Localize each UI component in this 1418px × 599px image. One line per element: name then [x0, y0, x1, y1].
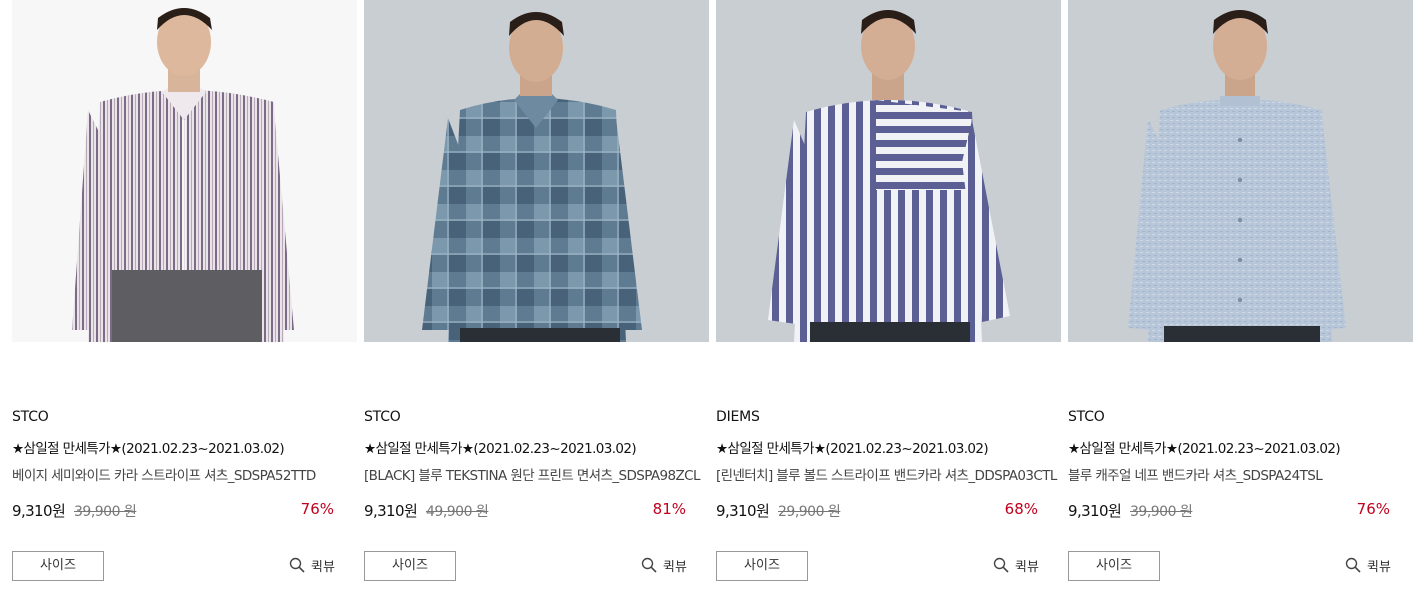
- price-row: 9,310원 39,900 원 76%: [12, 500, 334, 522]
- size-button[interactable]: 사이즈: [12, 551, 104, 581]
- product-card[interactable]: STCO ★삼일절 만세특가★(2021.02.23~2021.03.02) […: [364, 0, 709, 599]
- search-icon: [1345, 557, 1361, 573]
- quickview-label: 퀵뷰: [311, 559, 335, 575]
- quickview-button[interactable]: 퀵뷰: [1345, 555, 1391, 575]
- quickview-button[interactable]: 퀵뷰: [993, 555, 1039, 575]
- brand-name[interactable]: STCO: [364, 409, 401, 425]
- promo-text[interactable]: ★삼일절 만세특가★(2021.02.23~2021.03.02): [716, 437, 989, 457]
- product-card[interactable]: STCO ★삼일절 만세특가★(2021.02.23~2021.03.02) 블…: [1068, 0, 1413, 599]
- search-icon: [289, 557, 305, 573]
- search-icon: [641, 557, 657, 573]
- promo-text[interactable]: ★삼일절 만세특가★(2021.02.23~2021.03.02): [1068, 437, 1341, 457]
- original-price: 39,900 원: [1130, 504, 1193, 520]
- sale-price: 9,310원: [364, 502, 418, 520]
- product-image[interactable]: [1068, 0, 1413, 342]
- product-name[interactable]: 블루 캐주얼 네프 밴드카라 셔츠_SDSPA24TSL: [1068, 464, 1323, 484]
- quickview-label: 퀵뷰: [663, 559, 687, 575]
- quickview-button[interactable]: 퀵뷰: [289, 555, 335, 575]
- brand-name[interactable]: DIEMS: [716, 409, 760, 425]
- product-image[interactable]: [364, 0, 709, 342]
- product-image[interactable]: [12, 0, 357, 342]
- discount-rate: 68%: [1004, 500, 1038, 518]
- original-price: 49,900 원: [426, 504, 489, 520]
- price-row: 9,310원 49,900 원 81%: [364, 500, 686, 522]
- product-name[interactable]: [린넨터치] 블루 볼드 스트라이프 밴드카라 셔츠_DDSPA03CTL: [716, 464, 1057, 484]
- brand-name[interactable]: STCO: [12, 409, 49, 425]
- product-name[interactable]: 베이지 세미와이드 카라 스트라이프 셔츠_SDSPA52TTD: [12, 464, 316, 484]
- quickview-label: 퀵뷰: [1367, 559, 1391, 575]
- original-price: 29,900 원: [778, 504, 841, 520]
- product-name[interactable]: [BLACK] 블루 TEKSTINA 원단 프린트 면셔츠_SDSPA98ZC…: [364, 464, 700, 484]
- price-row: 9,310원 29,900 원 68%: [716, 500, 1038, 522]
- promo-text[interactable]: ★삼일절 만세특가★(2021.02.23~2021.03.02): [12, 437, 285, 457]
- search-icon: [993, 557, 1009, 573]
- size-button[interactable]: 사이즈: [1068, 551, 1160, 581]
- price-row: 9,310원 39,900 원 76%: [1068, 500, 1390, 522]
- product-image[interactable]: [716, 0, 1061, 342]
- sale-price: 9,310원: [12, 502, 66, 520]
- sale-price: 9,310원: [716, 502, 770, 520]
- discount-rate: 81%: [652, 500, 686, 518]
- promo-text[interactable]: ★삼일절 만세특가★(2021.02.23~2021.03.02): [364, 437, 637, 457]
- quickview-label: 퀵뷰: [1015, 559, 1039, 575]
- original-price: 39,900 원: [74, 504, 137, 520]
- discount-rate: 76%: [1356, 500, 1390, 518]
- size-button[interactable]: 사이즈: [364, 551, 456, 581]
- quickview-button[interactable]: 퀵뷰: [641, 555, 687, 575]
- sale-price: 9,310원: [1068, 502, 1122, 520]
- discount-rate: 76%: [300, 500, 334, 518]
- size-button[interactable]: 사이즈: [716, 551, 808, 581]
- product-card[interactable]: DIEMS ★삼일절 만세특가★(2021.02.23~2021.03.02) …: [716, 0, 1061, 599]
- brand-name[interactable]: STCO: [1068, 409, 1105, 425]
- product-grid: STCO ★삼일절 만세특가★(2021.02.23~2021.03.02) 베…: [12, 0, 1413, 599]
- product-card[interactable]: STCO ★삼일절 만세특가★(2021.02.23~2021.03.02) 베…: [12, 0, 357, 599]
